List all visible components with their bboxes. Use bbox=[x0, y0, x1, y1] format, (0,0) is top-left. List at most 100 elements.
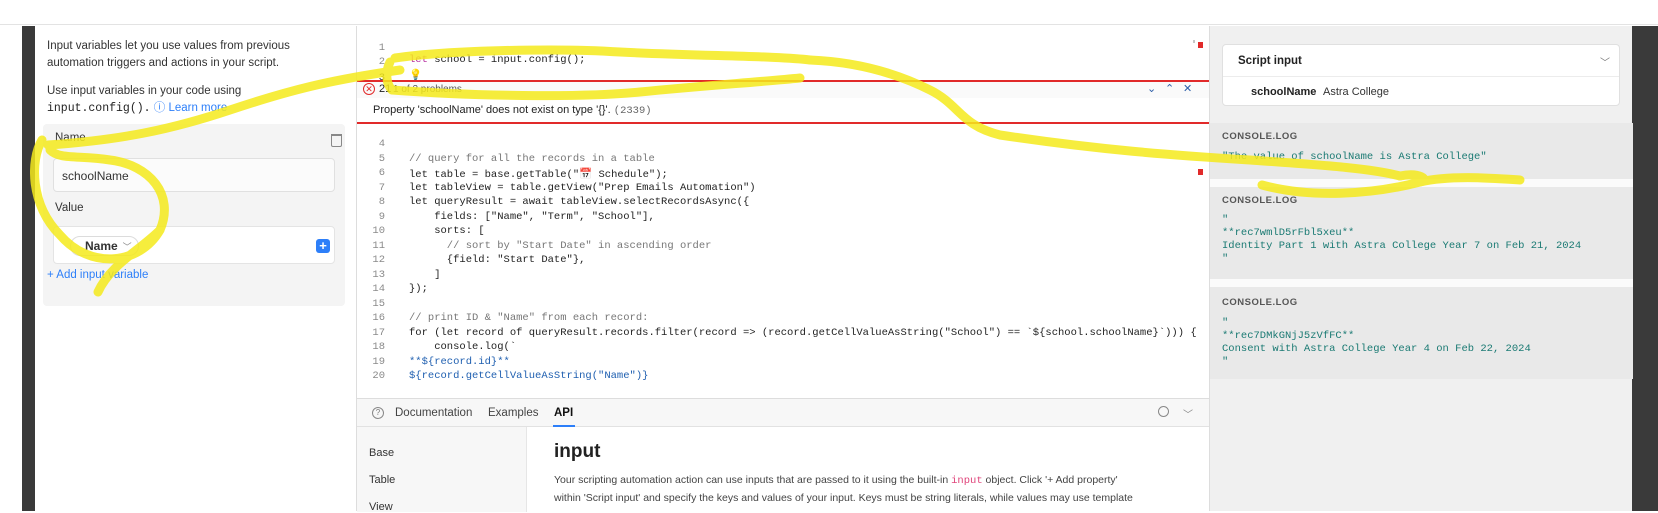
search-icon[interactable] bbox=[1158, 406, 1169, 417]
line-code: let queryResult = await tableView.select… bbox=[409, 196, 750, 208]
help-line-2: automation triggers and actions in your … bbox=[47, 57, 280, 69]
value-label: Value bbox=[55, 202, 84, 214]
docs-body-text: object. Click '+ Add property' bbox=[985, 474, 1118, 486]
trash-icon[interactable] bbox=[331, 134, 342, 147]
console-log-entry: CONSOLE.LOG " **rec7DMkGNjJ5zVfFC** Cons… bbox=[1210, 287, 1633, 379]
console-log-line: " bbox=[1222, 214, 1229, 226]
console-log-line: " bbox=[1222, 317, 1229, 329]
problem-count: 21 bbox=[379, 83, 392, 95]
code-line[interactable]: 18 console.log(` bbox=[357, 341, 1157, 356]
console-log-entry: CONSOLE.LOG "The value of schoolName is … bbox=[1210, 123, 1633, 179]
line-code: // sort by "Start Date" in ascending ord… bbox=[409, 239, 712, 252]
code-line[interactable]: 7 let tableView = table.getView("Prep Ema… bbox=[357, 182, 1157, 197]
script-input-card[interactable]: Script input ﹀ schoolName Astra College bbox=[1222, 44, 1620, 106]
tab-documentation[interactable]: Documentation bbox=[395, 407, 472, 419]
docs-input-code: input bbox=[951, 475, 983, 487]
value-token-label: Name bbox=[85, 239, 118, 253]
console-log-label: CONSOLE.LOG bbox=[1222, 131, 1298, 142]
docs-nav-table[interactable]: Table bbox=[369, 474, 395, 486]
tab-examples[interactable]: Examples bbox=[488, 407, 539, 419]
help-line-3: Use input variables in your code using bbox=[47, 85, 242, 97]
code-line[interactable]: 13 ] bbox=[357, 269, 1157, 284]
docs-body-line-1: Your scripting automation action can use… bbox=[554, 472, 1194, 490]
input-variables-panel: Input variables let you use values from … bbox=[35, 26, 355, 511]
line-number: 12 bbox=[372, 254, 385, 266]
console-log-line: "The value of schoolName is Astra Colleg… bbox=[1222, 151, 1487, 163]
docs-body: Your scripting automation action can use… bbox=[554, 472, 1194, 507]
help-line-1: Input variables let you use values from … bbox=[47, 40, 290, 52]
window-frame-left bbox=[22, 26, 35, 511]
problem-message: Property 'schoolName' does not exist on … bbox=[357, 98, 1210, 124]
learn-more-link[interactable]: Learn more bbox=[168, 102, 227, 114]
code-line[interactable]: 12 {field: "Start Date"}, bbox=[357, 254, 1157, 269]
script-input-title: Script input bbox=[1238, 55, 1302, 67]
code-line[interactable]: 9 fields: ["Name", "Term", "School"], bbox=[357, 211, 1157, 226]
code-editor[interactable]: 1 let school = input.config(); 2 💡 3 con… bbox=[356, 26, 1210, 398]
chevron-down-icon: ﹀ bbox=[122, 242, 132, 252]
add-input-variable-button[interactable]: + Add input variable bbox=[47, 269, 148, 281]
line-code: sorts: [ bbox=[409, 225, 485, 237]
input-config-code: input.config bbox=[47, 102, 130, 115]
line-number: 10 bbox=[372, 225, 385, 237]
value-token-pill[interactable]: Name ﹀ bbox=[70, 236, 139, 256]
line-number: 4 bbox=[378, 138, 385, 150]
line-code: }); bbox=[409, 283, 428, 295]
code-line[interactable]: 17 for (let record of queryResult.records… bbox=[357, 326, 1196, 342]
code-line[interactable]: 20 ${record.getCellValueAsString("Name")} bbox=[357, 370, 1157, 385]
line-number: 20 bbox=[372, 370, 385, 382]
code-line[interactable]: 15 bbox=[357, 298, 1157, 313]
docs-nav-view[interactable]: View bbox=[369, 501, 393, 513]
line-code: ${record.getCellValueAsString("Name")} bbox=[409, 370, 649, 382]
docs-body-text: Your scripting automation action can use… bbox=[554, 474, 949, 486]
line-code: **${record.id}** bbox=[409, 355, 510, 368]
code-line[interactable]: 11 // sort by "Start Date" in ascending … bbox=[357, 240, 1157, 255]
line-code: fields: ["Name", "Term", "School"], bbox=[409, 210, 655, 223]
docs-title: input bbox=[554, 441, 601, 462]
insert-token-button[interactable]: + bbox=[316, 239, 330, 253]
script-input-value: Astra College bbox=[1323, 86, 1390, 98]
docs-nav: Base Table View bbox=[357, 427, 527, 513]
code-line[interactable]: 6 let table = base.getTable("📅 Schedule")… bbox=[357, 167, 1157, 182]
code-line[interactable]: 3 console.log(`The value of schoolName i… bbox=[357, 60, 1157, 96]
code-line[interactable]: 5 // query for all the records in a table bbox=[357, 153, 1157, 168]
line-code: console.log(` bbox=[409, 341, 517, 353]
divider bbox=[1223, 76, 1619, 77]
code-line[interactable]: 10 sorts: [ bbox=[357, 225, 1157, 240]
close-icon[interactable]: ✕ bbox=[1183, 82, 1192, 95]
docs-nav-base[interactable]: Base bbox=[369, 447, 394, 459]
line-number: 16 bbox=[372, 312, 385, 324]
code-line[interactable]: 16 // print ID & "Name" from each record: bbox=[357, 312, 1157, 327]
line-number: 6 bbox=[378, 167, 385, 179]
console-log-label: CONSOLE.LOG bbox=[1222, 195, 1298, 206]
help-circle-icon[interactable]: ? bbox=[372, 407, 384, 419]
help-circle-icon[interactable]: ⓘ bbox=[154, 102, 166, 114]
code-line[interactable]: 1 let school = input.config(); bbox=[357, 30, 1157, 66]
line-number: 14 bbox=[372, 283, 385, 295]
line-number: 11 bbox=[372, 239, 385, 252]
next-problem-icon[interactable]: ⌄ bbox=[1147, 82, 1156, 95]
log-separator bbox=[1210, 179, 1633, 187]
log-separator bbox=[1210, 279, 1633, 287]
variable-value-field[interactable]: Name ﹀ + bbox=[53, 226, 335, 264]
line-code: {field: "Start Date"}, bbox=[409, 254, 586, 266]
previous-problem-icon[interactable]: ⌃ bbox=[1165, 82, 1174, 95]
code-line[interactable]: 19 **${record.id}** bbox=[357, 356, 1157, 371]
code-line[interactable]: 4 bbox=[357, 138, 1157, 153]
console-log-line: Identity Part 1 with Astra College Year … bbox=[1222, 240, 1582, 252]
chevron-down-icon[interactable]: ﹀ bbox=[1600, 54, 1610, 69]
variable-name-input[interactable]: schoolName bbox=[53, 158, 335, 192]
output-panel: Script input ﹀ schoolName Astra College … bbox=[1209, 26, 1633, 511]
docs-body-line-2: within 'Script input' and specify the ke… bbox=[554, 492, 1133, 504]
line-number: 7 bbox=[378, 181, 385, 194]
code-line[interactable]: 14}); bbox=[357, 283, 1157, 298]
line-number: 17 bbox=[372, 326, 385, 339]
line-code: let table = base.getTable("📅 Schedule"); bbox=[409, 169, 668, 181]
line-code: // print ID & "Name" from each record: bbox=[409, 312, 649, 324]
code-line[interactable]: 8 let queryResult = await tableView.selec… bbox=[357, 196, 1157, 211]
code-line[interactable]: 2 💡 bbox=[357, 44, 1157, 82]
chevron-down-icon[interactable]: ﹀ bbox=[1183, 406, 1193, 421]
docs-tab-bar: ? Documentation Examples API ﹀ bbox=[357, 399, 1210, 427]
tab-api[interactable]: API bbox=[554, 407, 573, 419]
line-number: 15 bbox=[372, 297, 385, 310]
line-number: 8 bbox=[378, 196, 385, 208]
